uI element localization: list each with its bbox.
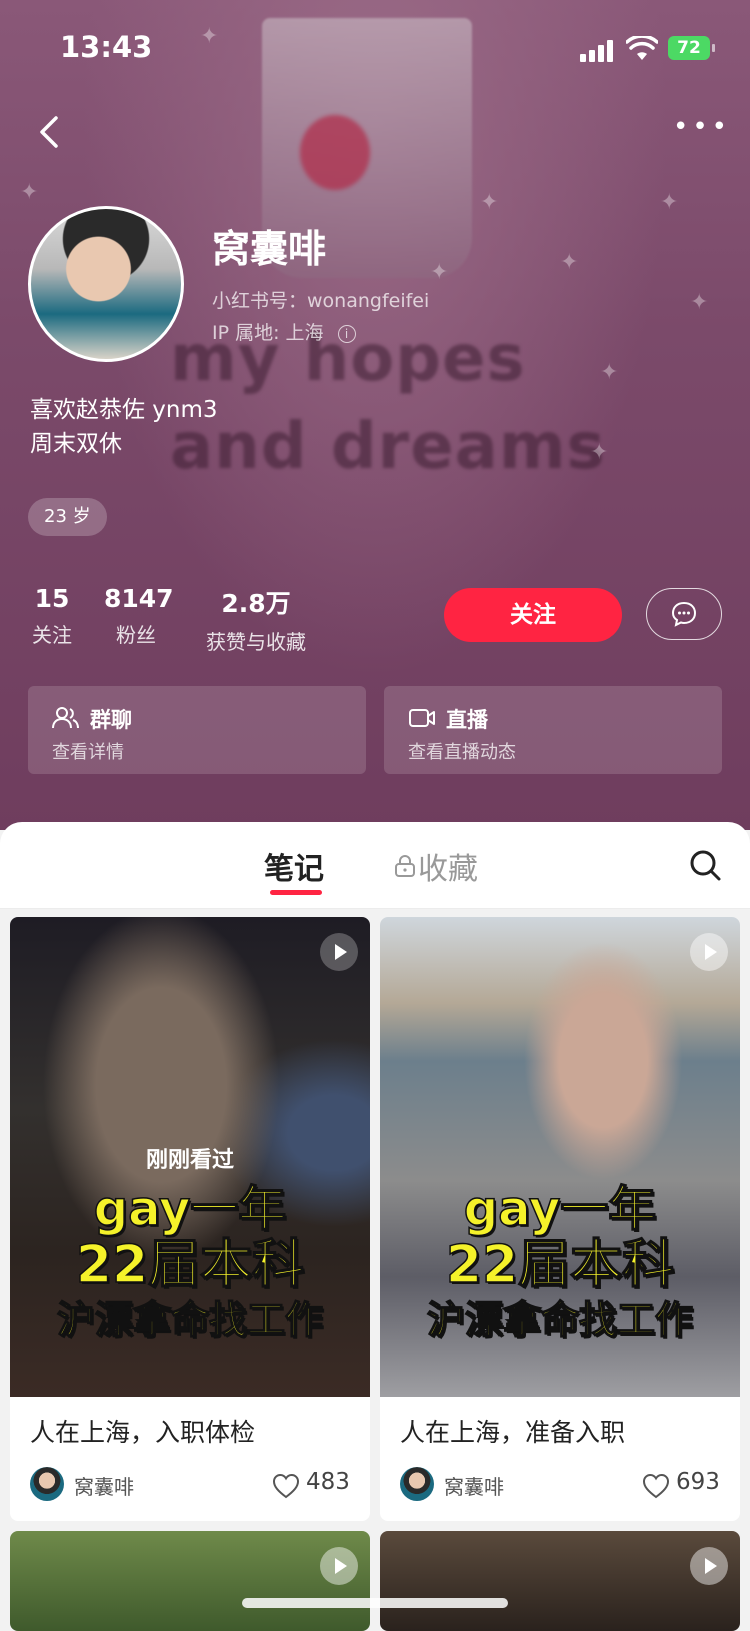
author-avatar[interactable] xyxy=(30,1467,64,1501)
tab-collections[interactable]: 收藏 xyxy=(418,844,478,888)
video-play-icon xyxy=(320,1547,358,1585)
status-time: 13:43 xyxy=(60,30,153,64)
cover-overlay-line1: gay一年 xyxy=(463,1181,657,1237)
age-tag: 23 岁 xyxy=(28,498,107,536)
bio-line-1: 喜欢赵恭佐 ynm3 xyxy=(30,397,218,423)
follow-button[interactable]: 关注 xyxy=(444,588,622,642)
cover-overlay-line3: 沪漂拿命找工作 xyxy=(426,1298,694,1342)
note-cover-image: 刚刚看过 gay一年 22届本科 沪漂拿命找工作 xyxy=(10,917,370,1397)
stat-likes-collects[interactable]: 2.8万 获赞与收藏 xyxy=(200,584,312,655)
message-button[interactable] xyxy=(646,588,722,640)
note-cover-image: gay一年 22届本科 沪漂拿命找工作 xyxy=(380,917,740,1397)
lock-icon xyxy=(395,855,415,877)
background-cup-logo xyxy=(300,115,370,190)
note-card[interactable]: 刚刚看过 gay一年 22届本科 沪漂拿命找工作 人在上海，入职体检 窝囊啡 4… xyxy=(10,917,370,1521)
sparkle-icon: ✦ xyxy=(600,360,619,385)
info-icon[interactable]: i xyxy=(337,324,356,343)
sparkle-icon: ✦ xyxy=(590,440,609,465)
stat-followers[interactable]: 8147 粉丝 xyxy=(104,584,174,648)
sparkle-icon: ✦ xyxy=(20,180,39,205)
live-card[interactable]: 直播 查看直播动态 xyxy=(384,686,722,774)
recently-viewed-badge: 刚刚看过 xyxy=(145,1148,234,1173)
live-title: 直播 xyxy=(446,708,488,732)
sparkle-icon: ✦ xyxy=(480,190,499,215)
wifi-icon xyxy=(626,36,658,60)
stat-following-label: 关注 xyxy=(32,623,72,647)
live-camera-icon xyxy=(409,709,435,727)
ip-location: IP 属地: 上海 i xyxy=(212,318,356,345)
cellular-signal-icon xyxy=(580,40,616,62)
profile-name: 窝囊啡 xyxy=(212,227,327,271)
note-title: 人在上海，入职体检 xyxy=(30,1418,256,1447)
stat-likes-label: 获赞与收藏 xyxy=(206,630,306,654)
heart-icon[interactable] xyxy=(272,1473,300,1499)
cover-overlay-line2: 22届本科 xyxy=(445,1235,675,1295)
sparkle-icon: ✦ xyxy=(560,250,579,275)
back-icon[interactable] xyxy=(32,112,72,152)
live-subtitle: 查看直播动态 xyxy=(408,742,516,763)
cover-overlay-line2: 22届本科 xyxy=(75,1235,305,1295)
video-play-icon xyxy=(320,933,358,971)
note-title: 人在上海，准备入职 xyxy=(400,1418,626,1447)
content-tabs: 笔记 收藏 xyxy=(0,822,750,909)
stat-followers-label: 粉丝 xyxy=(116,623,156,647)
note-card[interactable] xyxy=(10,1531,370,1631)
status-bar: 13:43 72 xyxy=(0,28,750,68)
like-count: 483 xyxy=(306,1469,350,1495)
battery-icon: 72 xyxy=(668,36,715,60)
bio-line-2: 周末双休 xyxy=(30,431,122,457)
stat-followers-value: 8147 xyxy=(104,584,174,613)
stat-likes-value: 2.8万 xyxy=(221,589,291,618)
red-id: 小红书号：wonangfeifei xyxy=(212,290,430,312)
sparkle-icon: ✦ xyxy=(660,190,679,215)
sparkle-icon: ✦ xyxy=(430,260,449,285)
note-card[interactable]: gay一年 22届本科 沪漂拿命找工作 人在上海，准备入职 窝囊啡 693 xyxy=(380,917,740,1521)
cover-overlay-line1: gay一年 xyxy=(93,1181,287,1237)
ip-location-text: IP 属地: 上海 xyxy=(212,322,324,344)
group-chat-title: 群聊 xyxy=(90,708,132,732)
cover-overlay-line3: 沪漂拿命找工作 xyxy=(56,1298,324,1342)
note-author[interactable]: 窝囊啡 xyxy=(444,1471,504,1500)
sparkle-icon: ✦ xyxy=(690,290,709,315)
video-play-icon xyxy=(690,933,728,971)
background-text-line2: and dreams xyxy=(170,410,606,484)
author-avatar[interactable] xyxy=(400,1467,434,1501)
group-chat-subtitle: 查看详情 xyxy=(52,742,124,763)
group-users-icon xyxy=(52,707,79,729)
tab-notes[interactable]: 笔记 xyxy=(264,844,324,888)
home-indicator[interactable] xyxy=(242,1598,508,1608)
group-chat-card[interactable]: 群聊 查看详情 xyxy=(28,686,366,774)
more-options-icon[interactable]: ••• xyxy=(673,114,727,140)
chat-bubble-icon xyxy=(671,601,697,627)
like-count: 693 xyxy=(676,1469,720,1495)
active-tab-indicator xyxy=(270,890,322,895)
search-icon[interactable] xyxy=(688,848,722,882)
heart-icon[interactable] xyxy=(642,1473,670,1499)
note-card[interactable] xyxy=(380,1531,740,1631)
stat-following[interactable]: 15 关注 xyxy=(30,584,74,648)
stat-following-value: 15 xyxy=(34,584,70,613)
note-author[interactable]: 窝囊啡 xyxy=(74,1471,134,1500)
video-play-icon xyxy=(690,1547,728,1585)
avatar[interactable] xyxy=(28,206,184,362)
